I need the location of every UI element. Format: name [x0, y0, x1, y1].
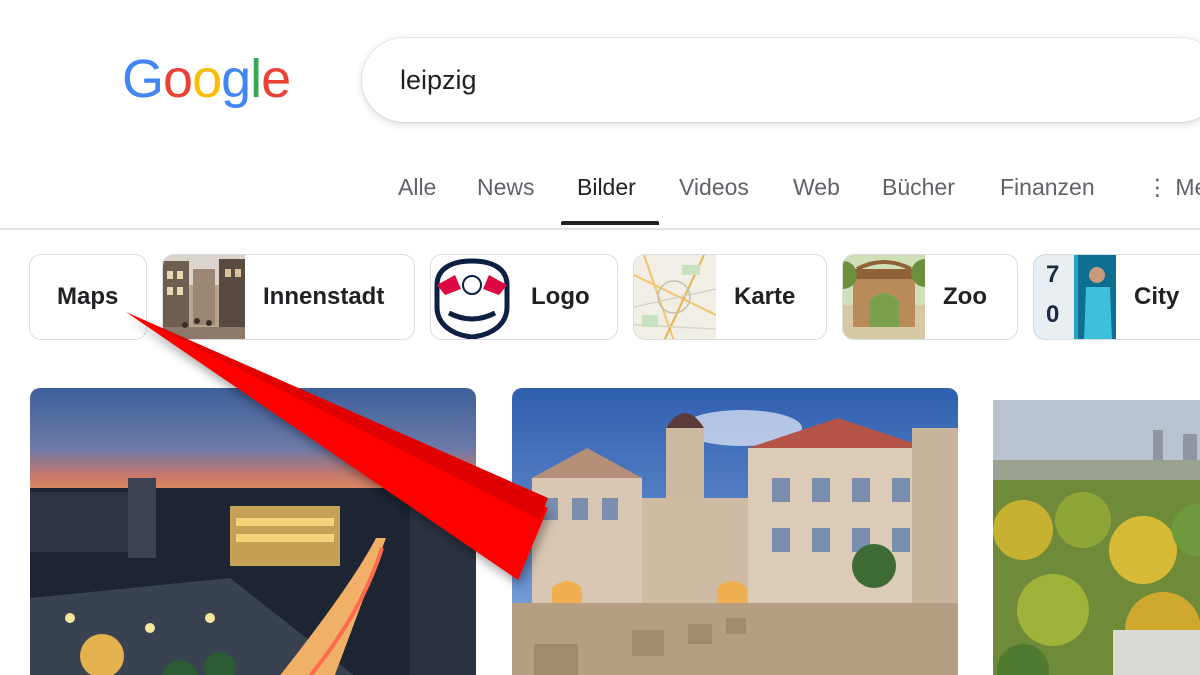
score-bottom: 0	[1046, 301, 1060, 328]
chip-maps[interactable]: Maps	[29, 254, 147, 340]
tab-more[interactable]: ⋮ Me	[1146, 174, 1200, 201]
tab-buecher[interactable]: Bücher	[882, 174, 955, 201]
search-tabs: Alle News Bilder Videos Web Bücher Finan…	[0, 160, 1200, 228]
header-divider	[0, 228, 1200, 230]
image-result[interactable]	[30, 388, 476, 675]
image-result[interactable]	[512, 388, 958, 675]
chip-city[interactable]: 7 0 City	[1033, 254, 1200, 340]
tab-news[interactable]: News	[477, 174, 535, 201]
score-top: 7	[1046, 261, 1060, 288]
tab-web[interactable]: Web	[793, 174, 840, 201]
image-result[interactable]	[993, 380, 1200, 675]
google-logo[interactable]: Google	[122, 49, 291, 109]
tab-bilder[interactable]: Bilder	[577, 174, 636, 201]
leipzig-skyline-image	[993, 380, 1200, 675]
chip-karte[interactable]: Karte	[633, 254, 827, 340]
logo-thumbnail	[431, 255, 513, 339]
chip-logo[interactable]: Logo	[430, 254, 618, 340]
chip-label: Logo	[531, 283, 590, 310]
tab-alle[interactable]: Alle	[398, 174, 436, 201]
leipzig-city-hall-image	[512, 388, 958, 675]
search-box	[362, 38, 1200, 122]
chip-label: Zoo	[943, 283, 987, 310]
karte-thumbnail	[634, 255, 716, 339]
logo-letter: G	[122, 49, 164, 109]
leipzig-night-square-image	[30, 388, 476, 675]
logo-letter: l	[250, 49, 262, 109]
chip-label: Innenstadt	[263, 283, 385, 310]
zoo-thumbnail	[843, 255, 925, 339]
logo-letter: g	[221, 49, 251, 109]
chip-zoo[interactable]: Zoo	[842, 254, 1018, 340]
chip-label: Karte	[734, 283, 796, 310]
innenstadt-thumbnail	[163, 255, 245, 339]
chip-label: Maps	[57, 283, 119, 310]
logo-letter: e	[261, 49, 291, 109]
chip-label: City	[1134, 283, 1180, 310]
city-thumbnail: 7 0	[1034, 255, 1116, 339]
logo-letter: o	[163, 49, 193, 109]
search-input[interactable]	[400, 60, 1100, 100]
tab-videos[interactable]: Videos	[679, 174, 749, 201]
logo-letter: o	[192, 49, 222, 109]
chip-innenstadt[interactable]: Innenstadt	[162, 254, 415, 340]
active-tab-indicator	[561, 221, 659, 225]
tab-finanzen[interactable]: Finanzen	[1000, 174, 1095, 201]
